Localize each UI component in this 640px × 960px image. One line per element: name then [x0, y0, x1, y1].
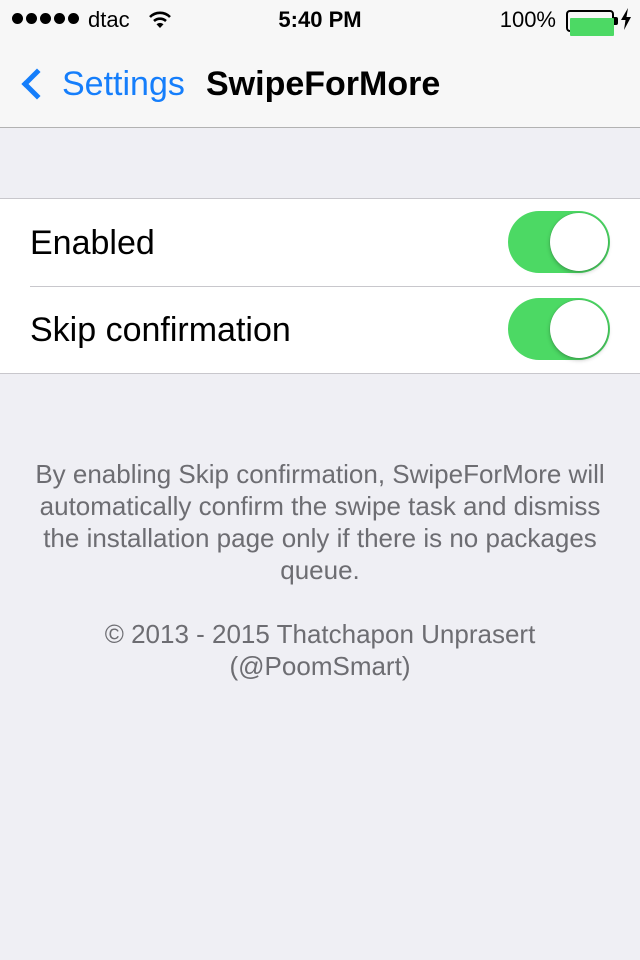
footer-text: By enabling Skip confirmation, SwipeForM…: [30, 458, 610, 682]
battery-icon: [566, 10, 618, 36]
setting-row-skip-confirmation: Skip confirmation: [0, 286, 640, 373]
skip-confirmation-toggle[interactable]: [508, 298, 610, 360]
battery-percentage: 100%: [499, 7, 556, 32]
back-button-label: Settings: [62, 65, 185, 103]
footer-description: By enabling Skip confirmation, SwipeForM…: [35, 459, 605, 585]
enabled-toggle[interactable]: [508, 211, 610, 273]
footer-copyright: © 2013 - 2015 Thatchapon Unprasert (@Poo…: [104, 619, 536, 681]
chevron-left-icon: [21, 68, 53, 100]
charging-bolt-icon: [620, 8, 632, 37]
setting-label-skip-confirmation: Skip confirmation: [30, 310, 291, 349]
page-title: SwipeForMore: [206, 65, 441, 103]
settings-group: Enabled Skip confirmation: [0, 198, 640, 374]
setting-label-enabled: Enabled: [30, 223, 155, 262]
toggle-knob: [550, 300, 608, 358]
navigation-bar: Settings SwipeForMore: [0, 40, 640, 128]
setting-row-enabled: Enabled: [0, 199, 640, 286]
back-button[interactable]: Settings: [14, 62, 185, 106]
toggle-knob: [550, 213, 608, 271]
status-bar: dtac 5:40 PM 100%: [0, 0, 640, 40]
